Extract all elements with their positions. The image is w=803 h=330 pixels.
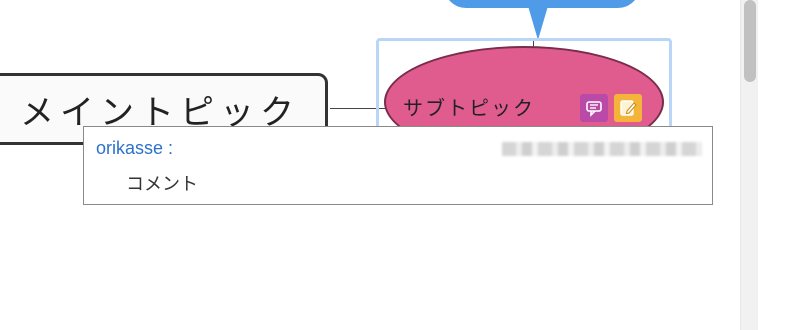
comment-text: コメント	[126, 174, 198, 194]
comment-author: orikasse :	[96, 138, 174, 158]
note-icon-glyph	[620, 100, 637, 116]
comment-tooltip: orikasse : コメント	[83, 126, 713, 205]
scrollbar-thumb[interactable]	[744, 0, 756, 82]
callout-tail	[528, 6, 548, 40]
right-gutter	[758, 0, 803, 330]
mindmap-canvas[interactable]: メイントピック サブトピック orikasse : コメント	[0, 0, 740, 330]
note-icon[interactable]	[614, 94, 642, 122]
sub-topic-label: サブトピック	[403, 96, 535, 120]
vertical-scrollbar[interactable]	[740, 0, 758, 330]
comment-icon-glyph	[586, 101, 602, 117]
comment-date-redacted	[502, 142, 702, 156]
comment-icon[interactable]	[580, 94, 608, 122]
